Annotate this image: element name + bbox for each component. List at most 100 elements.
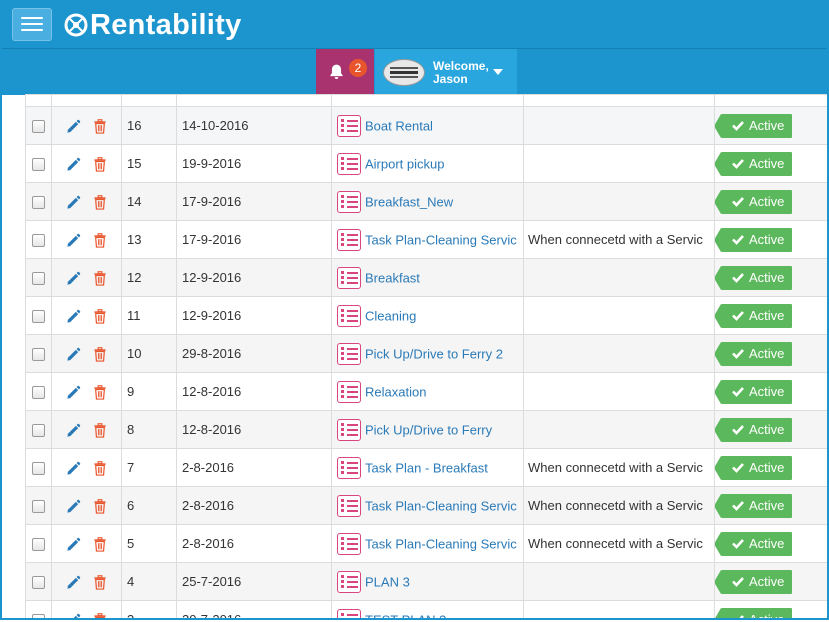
checkmark-icon: [732, 158, 744, 169]
pencil-icon[interactable]: [66, 423, 81, 438]
pencil-icon[interactable]: [66, 233, 81, 248]
menu-toggle-button[interactable]: [12, 8, 52, 41]
row-checkbox[interactable]: [32, 348, 45, 362]
plan-name-link[interactable]: Task Plan-Cleaning Servic: [365, 536, 517, 551]
plan-name-link[interactable]: Breakfast_New: [365, 194, 453, 209]
plan-name-link[interactable]: Task Plan-Cleaning Servic: [365, 498, 517, 513]
table-row: 12 12-9-2016 Breakfast Active: [25, 258, 827, 297]
plan-name-link[interactable]: Boat Rental: [365, 118, 433, 133]
row-id: 14: [121, 182, 177, 221]
checkmark-icon: [732, 120, 744, 131]
checkmark-icon: [732, 424, 744, 435]
numbered-list-icon: [337, 494, 361, 517]
pencil-icon[interactable]: [66, 499, 81, 514]
trash-icon[interactable]: [93, 422, 107, 438]
numbered-list-icon: [337, 380, 361, 403]
row-checkbox[interactable]: [32, 158, 45, 172]
status-label: Active: [749, 345, 785, 361]
row-checkbox[interactable]: [32, 272, 45, 286]
plan-name-link[interactable]: Cleaning: [365, 308, 416, 323]
trash-icon[interactable]: [93, 232, 107, 248]
trash-icon[interactable]: [93, 118, 107, 134]
trash-icon[interactable]: [93, 308, 107, 324]
pencil-icon[interactable]: [66, 575, 81, 590]
pencil-icon[interactable]: [66, 157, 81, 172]
row-id: 8: [121, 410, 177, 449]
trash-icon[interactable]: [93, 384, 107, 400]
row-id: 4: [121, 562, 177, 601]
trash-icon[interactable]: [93, 536, 107, 552]
trash-icon[interactable]: [93, 574, 107, 590]
row-id: 9: [121, 372, 177, 411]
numbered-list-icon: [337, 114, 361, 137]
plan-name-link[interactable]: Task Plan-Cleaning Servic: [365, 232, 517, 247]
row-description: [523, 144, 715, 183]
status-badge: Active: [715, 531, 793, 556]
plan-name-link[interactable]: Task Plan - Breakfast: [365, 460, 488, 475]
row-checkbox[interactable]: [32, 462, 45, 476]
table-row: 5 2-8-2016 Task Plan-Cleaning Servic Whe…: [25, 524, 827, 563]
pencil-icon[interactable]: [66, 195, 81, 210]
row-date: 25-7-2016: [176, 562, 332, 601]
row-checkbox[interactable]: [32, 500, 45, 514]
row-description: [523, 334, 715, 373]
pencil-icon[interactable]: [66, 537, 81, 552]
row-checkbox[interactable]: [32, 538, 45, 552]
table-row: 14 17-9-2016 Breakfast_New Active: [25, 182, 827, 221]
plan-name-link[interactable]: Airport pickup: [365, 156, 444, 171]
plan-name-link[interactable]: Relaxation: [365, 384, 426, 399]
row-date: 29-8-2016: [176, 334, 332, 373]
status-label: Active: [749, 155, 785, 171]
notification-count-badge: 2: [349, 59, 367, 77]
plan-name-link[interactable]: Pick Up/Drive to Ferry: [365, 422, 492, 437]
plan-name-link[interactable]: Breakfast: [365, 270, 420, 285]
avatar: [383, 59, 425, 86]
user-menu[interactable]: Welcome, Jason: [375, 49, 517, 95]
trash-icon[interactable]: [93, 498, 107, 514]
status-label: Active: [749, 307, 785, 323]
row-checkbox[interactable]: [32, 120, 45, 134]
trash-icon[interactable]: [93, 270, 107, 286]
user-bar: 2 Welcome, Jason: [2, 48, 827, 95]
plan-name-link[interactable]: TEST PLAN 3: [365, 612, 446, 618]
notifications-button[interactable]: 2: [316, 49, 374, 95]
table-row: 11 12-9-2016 Cleaning Active: [25, 296, 827, 335]
pencil-icon[interactable]: [66, 271, 81, 286]
row-checkbox[interactable]: [32, 424, 45, 438]
pencil-icon[interactable]: [66, 309, 81, 324]
row-checkbox[interactable]: [32, 234, 45, 248]
row-date: 2-8-2016: [176, 524, 332, 563]
trash-icon[interactable]: [93, 156, 107, 172]
trash-icon[interactable]: [93, 612, 107, 620]
pencil-icon[interactable]: [66, 347, 81, 362]
numbered-list-icon: [337, 304, 361, 327]
row-date: 12-9-2016: [176, 258, 332, 297]
app-logo[interactable]: Rentability: [64, 8, 242, 42]
pencil-icon[interactable]: [66, 385, 81, 400]
pencil-icon[interactable]: [66, 119, 81, 134]
checkmark-icon: [732, 272, 744, 283]
row-date: 12-8-2016: [176, 372, 332, 411]
row-checkbox[interactable]: [32, 576, 45, 590]
table-row: 16 14-10-2016 Boat Rental Active: [25, 106, 827, 145]
row-checkbox[interactable]: [32, 386, 45, 400]
row-date: 12-8-2016: [176, 410, 332, 449]
trash-icon[interactable]: [93, 194, 107, 210]
row-date: 17-9-2016: [176, 220, 332, 259]
numbered-list-icon: [337, 608, 361, 618]
status-label: Active: [749, 459, 785, 475]
pencil-icon[interactable]: [66, 461, 81, 476]
status-badge: Active: [715, 303, 793, 328]
trash-icon[interactable]: [93, 460, 107, 476]
row-id: 7: [121, 448, 177, 487]
status-label: Active: [749, 193, 785, 209]
row-checkbox[interactable]: [32, 614, 45, 618]
status-badge: Active: [715, 189, 793, 214]
plan-name-link[interactable]: Pick Up/Drive to Ferry 2: [365, 346, 503, 361]
pencil-icon[interactable]: [66, 613, 81, 620]
plan-name-link[interactable]: PLAN 3: [365, 574, 410, 589]
row-checkbox[interactable]: [32, 310, 45, 324]
row-id: 13: [121, 220, 177, 259]
trash-icon[interactable]: [93, 346, 107, 362]
row-checkbox[interactable]: [32, 196, 45, 210]
